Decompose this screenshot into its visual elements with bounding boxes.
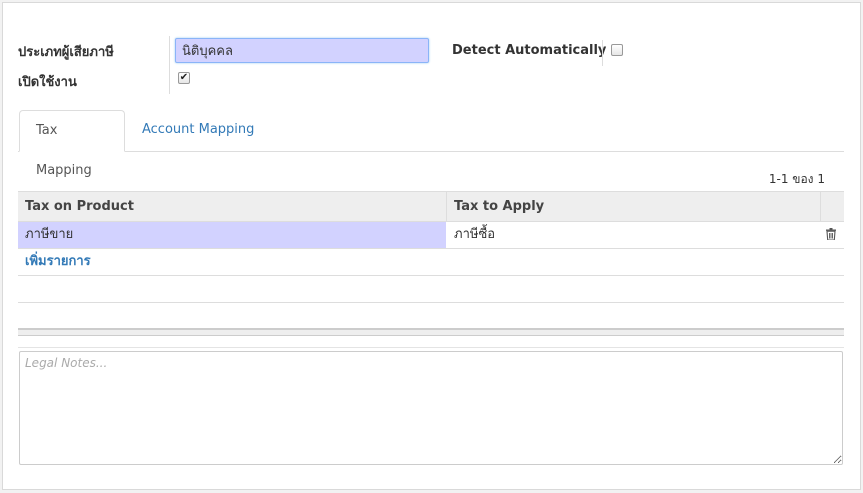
- legal-notes-textarea[interactable]: [19, 351, 843, 465]
- row-selection-bg: [18, 222, 446, 248]
- active-label: เปิดใช้งาน: [18, 75, 77, 90]
- cell-tax-src[interactable]: ภาษีขาย: [18, 222, 73, 248]
- column-header-tax-to-apply[interactable]: Tax to Apply: [447, 192, 544, 222]
- detect-label: Detect Automatically: [452, 43, 607, 58]
- tab-account-mapping[interactable]: Account Mapping: [126, 110, 270, 152]
- divider: [18, 347, 844, 348]
- detect-separator: [602, 40, 603, 66]
- empty-row: [18, 276, 844, 303]
- table-row[interactable]: ภาษีขาย ภาษีซื้อ: [18, 222, 844, 249]
- pager: 1-1 ของ 1: [768, 172, 825, 186]
- tax-mapping-table: Tax on Product Tax to Apply ภาษีขาย ภาษี…: [18, 191, 844, 330]
- column-divider: [820, 192, 821, 222]
- detect-checkbox[interactable]: [611, 44, 623, 56]
- label-separator: [169, 36, 170, 94]
- empty-row: [18, 303, 844, 330]
- partner-type-label: ประเภทผู้เสียภาษี: [18, 45, 114, 60]
- table-footer-bar: [18, 328, 844, 336]
- tab-tax-mapping[interactable]: Tax Mapping: [19, 110, 125, 178]
- table-header: Tax on Product Tax to Apply: [18, 191, 844, 222]
- notebook-tabs: Tax Mapping Account Mapping: [18, 110, 844, 178]
- trash-icon[interactable]: [826, 228, 836, 240]
- active-checkbox[interactable]: ✔: [178, 72, 190, 84]
- add-item-link[interactable]: เพิ่มรายการ: [25, 249, 91, 275]
- checkmark-icon: ✔: [179, 72, 189, 83]
- column-header-tax-on-product[interactable]: Tax on Product: [18, 192, 134, 222]
- partner-type-input[interactable]: [175, 38, 429, 63]
- add-item-row: เพิ่มรายการ: [18, 249, 844, 276]
- cell-tax-dest[interactable]: ภาษีซื้อ: [447, 222, 495, 248]
